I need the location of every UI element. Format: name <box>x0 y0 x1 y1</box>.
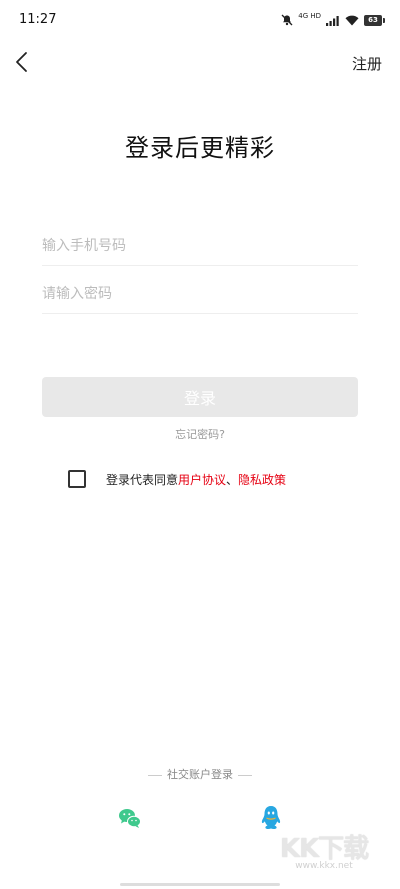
wifi-icon <box>345 15 359 25</box>
back-icon[interactable] <box>10 50 34 74</box>
watermark-logo: KK下载 <box>279 834 369 864</box>
watermark: KK下载 www.kkx.net <box>274 828 374 871</box>
agreement-separator: 、 <box>226 472 239 487</box>
home-indicator[interactable] <box>120 883 280 886</box>
divider-left <box>148 774 162 776</box>
password-input[interactable] <box>42 270 358 313</box>
wechat-icon[interactable] <box>118 806 142 830</box>
social-login-title: 社交账户登录 <box>0 766 400 782</box>
social-login-label: 社交账户登录 <box>167 768 233 781</box>
privacy-policy-link[interactable]: 隐私政策 <box>238 471 286 488</box>
status-icons: 4G HD 63 <box>281 11 385 28</box>
phone-field <box>42 222 358 266</box>
forgot-password-link[interactable]: 忘记密码? <box>0 426 400 442</box>
status-bar: 11:27 4G HD 63 <box>0 0 400 40</box>
signal-icon <box>326 15 339 26</box>
network-label: 4G HD <box>298 11 321 20</box>
agreement-prefix: 登录代表同意 <box>106 472 179 487</box>
register-link[interactable]: 注册 <box>352 53 382 74</box>
login-button[interactable]: 登录 <box>42 377 358 417</box>
password-field <box>42 270 358 314</box>
status-time: 11:27 <box>19 12 57 27</box>
user-agreement-link[interactable]: 用户协议 <box>178 471 226 488</box>
agreement-row: 登录代表同意 用户协议 、 隐私政策 <box>68 469 286 489</box>
agreement-checkbox[interactable] <box>68 470 86 488</box>
battery-icon: 63 <box>364 14 385 26</box>
phone-input[interactable] <box>42 222 358 265</box>
mute-icon <box>281 14 293 26</box>
divider-right <box>238 774 252 776</box>
page-title: 登录后更精彩 <box>125 134 275 162</box>
